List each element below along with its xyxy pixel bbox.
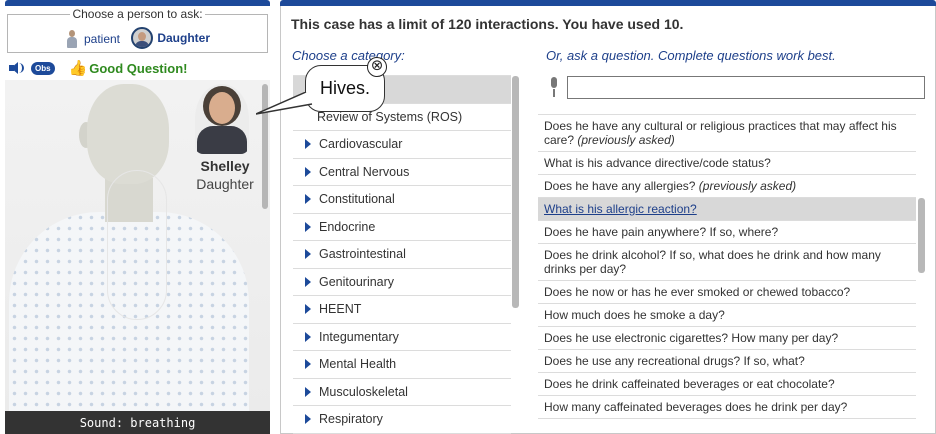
question-item[interactable]: Does he have pain anywhere? If so, where… — [538, 221, 916, 244]
question-item[interactable]: What is his allergic reaction? — [538, 198, 916, 221]
caret-right-icon — [305, 249, 311, 260]
category-item[interactable]: Mental Health — [293, 351, 511, 379]
question-item[interactable]: Does he use electronic cigarettes? How m… — [538, 327, 916, 350]
category-label: Integumentary — [319, 329, 399, 344]
caret-right-icon — [305, 331, 311, 342]
category-label: Central Nervous — [319, 164, 410, 179]
person-chooser: Choose a person to ask: patient Daughter — [7, 7, 268, 53]
question-item[interactable]: Does he have any allergies? (previously … — [538, 175, 916, 198]
close-icon[interactable]: ⊗ — [367, 57, 387, 77]
person-options: patient Daughter — [8, 27, 267, 52]
caret-right-icon — [305, 359, 311, 370]
left-panel-topbar — [5, 0, 270, 6]
audio-row: Obs 👍 Good Question! — [9, 58, 187, 78]
feedback-text: Good Question! — [89, 60, 188, 76]
caret-right-icon — [305, 221, 311, 232]
question-item[interactable]: Does he now or has he ever smoked or che… — [538, 281, 916, 304]
question-text: What is his advance directive/code statu… — [544, 156, 771, 170]
speaker-role: Daughter — [196, 176, 254, 192]
obs-button[interactable]: Obs — [31, 61, 55, 75]
category-item[interactable]: Gastrointestinal — [293, 241, 511, 269]
question-text: How much does he smoke a day? — [544, 308, 725, 322]
category-heading: Choose a category: — [292, 48, 405, 63]
daughter-avatar — [195, 84, 249, 154]
caret-right-icon — [305, 386, 311, 397]
category-list: EncounterReview of Systems (ROS)Cardiova… — [293, 75, 511, 434]
microphone-icon[interactable] — [548, 77, 560, 99]
category-label: Cardiovascular — [319, 137, 403, 152]
patient-scene: Shelley Daughter — [5, 80, 270, 411]
question-text: Does he have pain anywhere? If so, where… — [544, 225, 779, 239]
speech-bubble-text: Hives. — [319, 78, 370, 98]
category-label: Genitourinary — [319, 274, 395, 289]
oxygen-tube — [107, 170, 167, 320]
patient-icon — [65, 29, 79, 49]
caret-right-icon — [305, 276, 311, 287]
question-text: Does he have any allergies? — [544, 179, 696, 193]
category-label: Mental Health — [319, 357, 397, 372]
caret-right-icon — [305, 166, 311, 177]
caret-right-icon — [305, 139, 311, 150]
category-label: Gastrointestinal — [319, 247, 406, 262]
question-scrollbar[interactable] — [918, 198, 925, 273]
speaker-icon[interactable] — [9, 61, 25, 75]
interaction-limit-text: This case has a limit of 120 interaction… — [291, 16, 684, 32]
question-note: (previously asked) — [577, 133, 675, 147]
category-item[interactable]: Musculoskeletal — [293, 379, 511, 406]
category-scrollbar[interactable] — [512, 76, 519, 308]
caret-right-icon — [305, 414, 311, 425]
question-heading: Or, ask a question. Complete questions w… — [546, 48, 836, 63]
question-text: How many caffeinated beverages does he d… — [544, 400, 848, 414]
question-text: Does he now or has he ever smoked or che… — [544, 285, 851, 299]
question-item[interactable]: How much does he smoke a day? — [538, 304, 916, 327]
person-chooser-legend: Choose a person to ask: — [70, 7, 205, 21]
question-item[interactable]: Does he drink alcohol? If so, what does … — [538, 244, 916, 281]
left-panel: Choose a person to ask: patient Daughter… — [5, 0, 270, 434]
speech-bubble-tail — [256, 92, 313, 115]
person-option-label: patient — [83, 32, 120, 46]
question-text: Does he use any recreational drugs? If s… — [544, 354, 805, 368]
right-panel-topbar — [280, 0, 936, 6]
question-text: Does he drink alcohol? If so, what does … — [544, 248, 881, 276]
category-label: Musculoskeletal — [319, 384, 408, 399]
caret-right-icon — [305, 194, 311, 205]
question-note: (previously asked) — [698, 179, 797, 193]
patient-head — [87, 84, 169, 184]
question-text: Does he use electronic cigarettes? How m… — [544, 331, 839, 345]
question-text: Does he drink caffeinated beverages or e… — [544, 377, 835, 391]
speaker-name: Shelley — [200, 158, 250, 174]
category-item[interactable]: Genitourinary — [293, 269, 511, 296]
person-option-patient[interactable]: patient — [65, 29, 120, 49]
category-label: Constitutional — [319, 192, 395, 207]
daughter-icon — [131, 27, 154, 49]
question-item[interactable]: Does he use any recreational drugs? If s… — [538, 350, 916, 373]
category-label: Endocrine — [319, 219, 376, 234]
question-item[interactable]: How many caffeinated beverages does he d… — [538, 396, 916, 419]
question-input[interactable] — [567, 76, 925, 99]
category-label: HEENT — [319, 302, 362, 317]
question-item[interactable]: Does he have any cultural or religious p… — [538, 115, 916, 152]
person-option-daughter[interactable]: Daughter — [131, 27, 210, 49]
category-item[interactable]: Respiratory — [293, 406, 511, 434]
question-list: Does he have any cultural or religious p… — [538, 114, 916, 434]
category-item[interactable]: Endocrine — [293, 214, 511, 241]
category-item[interactable]: Central Nervous — [293, 159, 511, 186]
person-option-label: Daughter — [157, 31, 211, 45]
category-label: Respiratory — [319, 412, 383, 427]
category-item[interactable]: Constitutional — [293, 186, 511, 214]
category-item[interactable]: HEENT — [293, 296, 511, 324]
question-item[interactable]: Does he drink caffeinated beverages or e… — [538, 373, 916, 396]
question-item[interactable]: What is his advance directive/code statu… — [538, 152, 916, 175]
category-item[interactable]: Integumentary — [293, 324, 511, 351]
sound-status-text: Sound: breathing — [79, 415, 196, 430]
question-text: What is his allergic reaction? — [544, 202, 697, 216]
category-item[interactable]: Cardiovascular — [293, 131, 511, 159]
caret-right-icon — [305, 304, 311, 315]
sound-status-bar: Sound: breathing — [5, 411, 270, 434]
thumbs-up-icon: 👍 — [68, 60, 88, 77]
